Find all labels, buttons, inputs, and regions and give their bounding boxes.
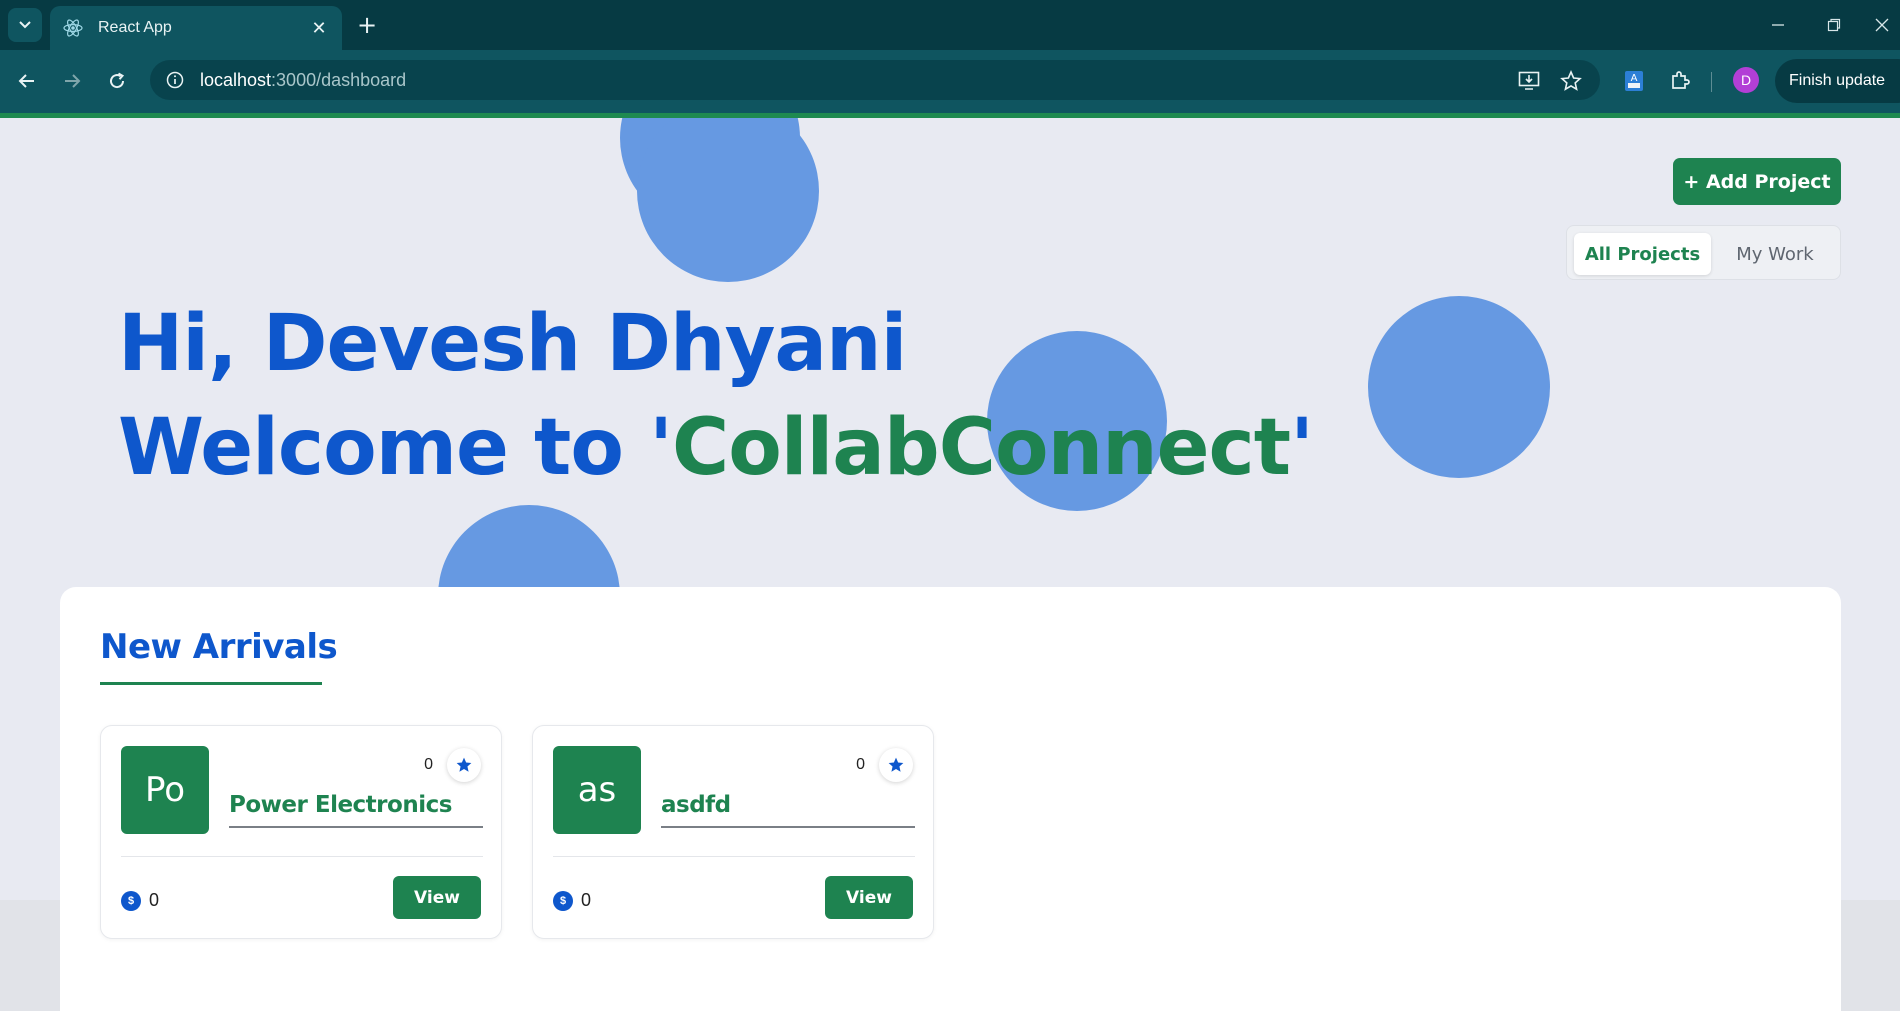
star-icon (456, 757, 472, 772)
greeting-heading: Hi, Devesh Dhyani (118, 299, 907, 389)
tab-all-projects[interactable]: All Projects (1574, 233, 1711, 275)
react-logo-icon (62, 17, 84, 39)
star-count: 0 (424, 756, 433, 773)
decorative-bubble (1368, 296, 1550, 478)
restore-window-icon[interactable] (1814, 10, 1854, 40)
project-title[interactable]: asdfd (661, 792, 915, 828)
card-divider (121, 856, 483, 857)
finish-update-label: Finish update (1789, 72, 1886, 89)
project-thumbnail: as (553, 746, 641, 834)
project-title[interactable]: Power Electronics (229, 792, 483, 828)
project-thumbnail: Po (121, 746, 209, 834)
site-info-icon[interactable] (164, 69, 186, 91)
coin-count: 0 (581, 890, 592, 910)
close-window-icon[interactable] (1862, 10, 1900, 40)
coin-icon: $ (553, 891, 573, 911)
back-arrow-icon[interactable] (10, 64, 44, 98)
welcome-suffix: ' (1290, 403, 1314, 493)
welcome-heading: Welcome to 'CollabConnect' (118, 398, 1314, 498)
profile-avatar[interactable]: D (1733, 67, 1759, 93)
close-tab-icon[interactable]: ✕ (308, 18, 330, 39)
reload-icon[interactable] (100, 64, 134, 98)
svg-text:A: A (1631, 73, 1638, 84)
forward-arrow-icon[interactable] (55, 64, 89, 98)
extension-translate-icon[interactable]: A (1619, 66, 1649, 96)
welcome-prefix: Welcome to ' (118, 403, 673, 493)
chevron-down-icon (19, 21, 31, 29)
decorative-bubble (637, 118, 819, 282)
project-card: Po 0 Power Electronics $ 0 View (100, 725, 502, 939)
url-path: :3000/dashboard (271, 69, 407, 90)
install-app-icon[interactable] (1516, 68, 1542, 94)
coin-icon: $ (121, 891, 141, 911)
star-button[interactable] (447, 748, 481, 782)
project-card: as 0 asdfd $ 0 View (532, 725, 934, 939)
brand-name: CollabConnect (671, 403, 1291, 493)
address-bar[interactable]: localhost:3000/dashboard (150, 60, 1600, 100)
tab-title: React App (98, 19, 172, 36)
browser-tab-active[interactable]: React App ✕ (50, 6, 342, 50)
browser-tab-bar: React App ✕ + (0, 0, 1900, 50)
finish-update-button[interactable]: Finish update ⋮ (1775, 59, 1900, 103)
minimize-window-icon[interactable] (1758, 10, 1798, 40)
section-title: New Arrivals (100, 627, 338, 667)
star-count: 0 (856, 756, 865, 773)
new-tab-button[interactable]: + (352, 10, 382, 40)
new-arrivals-panel: New Arrivals Po 0 Power Electronics $ 0 … (60, 587, 1841, 1011)
section-title-underline (100, 682, 322, 685)
star-rating: 0 (424, 748, 481, 782)
browser-toolbar: localhost:3000/dashboard A D Finish upda… (0, 50, 1900, 113)
star-button[interactable] (879, 748, 913, 782)
dashboard-page: + Add Project All Projects My Work Hi, D… (0, 118, 1900, 1011)
tab-my-work[interactable]: My Work (1715, 233, 1835, 275)
coin-count: 0 (149, 890, 160, 910)
tab-search-button[interactable] (8, 8, 42, 42)
star-rating: 0 (856, 748, 913, 782)
bookmark-star-icon[interactable] (1558, 68, 1584, 94)
toolbar-separator (1711, 72, 1712, 92)
view-project-button[interactable]: View (825, 876, 913, 919)
extensions-puzzle-icon[interactable] (1665, 66, 1695, 96)
view-project-button[interactable]: View (393, 876, 481, 919)
url-host: localhost (200, 69, 272, 90)
card-divider (553, 856, 915, 857)
add-project-button[interactable]: + Add Project (1673, 158, 1841, 205)
star-icon (888, 757, 904, 772)
project-filter-toggle: All Projects My Work (1566, 225, 1841, 280)
